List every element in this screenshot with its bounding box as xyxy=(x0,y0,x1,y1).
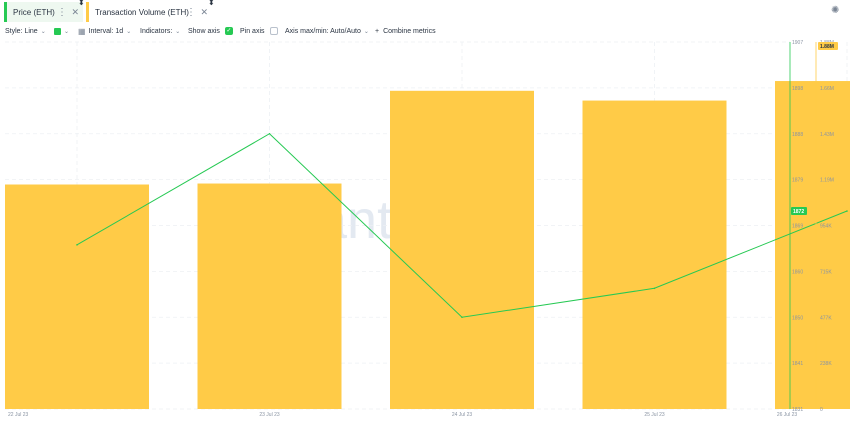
x-tick-label: 26 Jul 23 xyxy=(777,412,798,418)
price-tick-label: 1888 xyxy=(792,132,803,138)
price-tick-label: 1879 xyxy=(792,178,803,184)
volume-bar xyxy=(5,184,149,409)
price-tick-label: 1841 xyxy=(792,361,803,367)
chart-area: santiment 190718981888187918691860185018… xyxy=(5,40,850,418)
price-tick-label: 1898 xyxy=(792,86,803,92)
volume-bar xyxy=(775,81,850,410)
volume-bar xyxy=(197,183,342,409)
volume-tick-label: 1.66M xyxy=(820,86,834,92)
price-point xyxy=(76,244,78,246)
volume-bar xyxy=(390,90,534,409)
last-price-badge-text: 1872 xyxy=(793,209,804,215)
x-tick-label: 23 Jul 23 xyxy=(259,412,280,418)
volume-tick-label: 715K xyxy=(820,269,832,275)
price-point xyxy=(653,287,656,290)
volume-bars xyxy=(5,81,850,410)
volume-bar xyxy=(582,100,727,409)
last-volume-badge-text: 1.88M xyxy=(820,44,834,50)
price-tick-label: 1850 xyxy=(792,315,803,321)
volume-tick-label: 477K xyxy=(820,315,832,321)
price-point xyxy=(846,210,848,212)
volume-tick-label: 1.43M xyxy=(820,132,834,138)
price-point xyxy=(461,316,463,319)
volume-tick-label: 0 xyxy=(820,407,823,413)
x-tick-label: 25 Jul 23 xyxy=(644,412,665,418)
price-tick-label: 1860 xyxy=(792,269,803,275)
x-tick-label: 24 Jul 23 xyxy=(452,412,473,418)
price-point xyxy=(268,132,271,135)
volume-tick-label: 954K xyxy=(820,224,832,230)
price-tick-label: 1907 xyxy=(792,40,803,46)
price-tick-label: 1869 xyxy=(792,224,803,230)
volume-tick-label: 238K xyxy=(820,361,832,367)
volume-tick-label: 1.19M xyxy=(820,178,834,184)
x-tick-label: 22 Jul 23 xyxy=(8,412,29,418)
